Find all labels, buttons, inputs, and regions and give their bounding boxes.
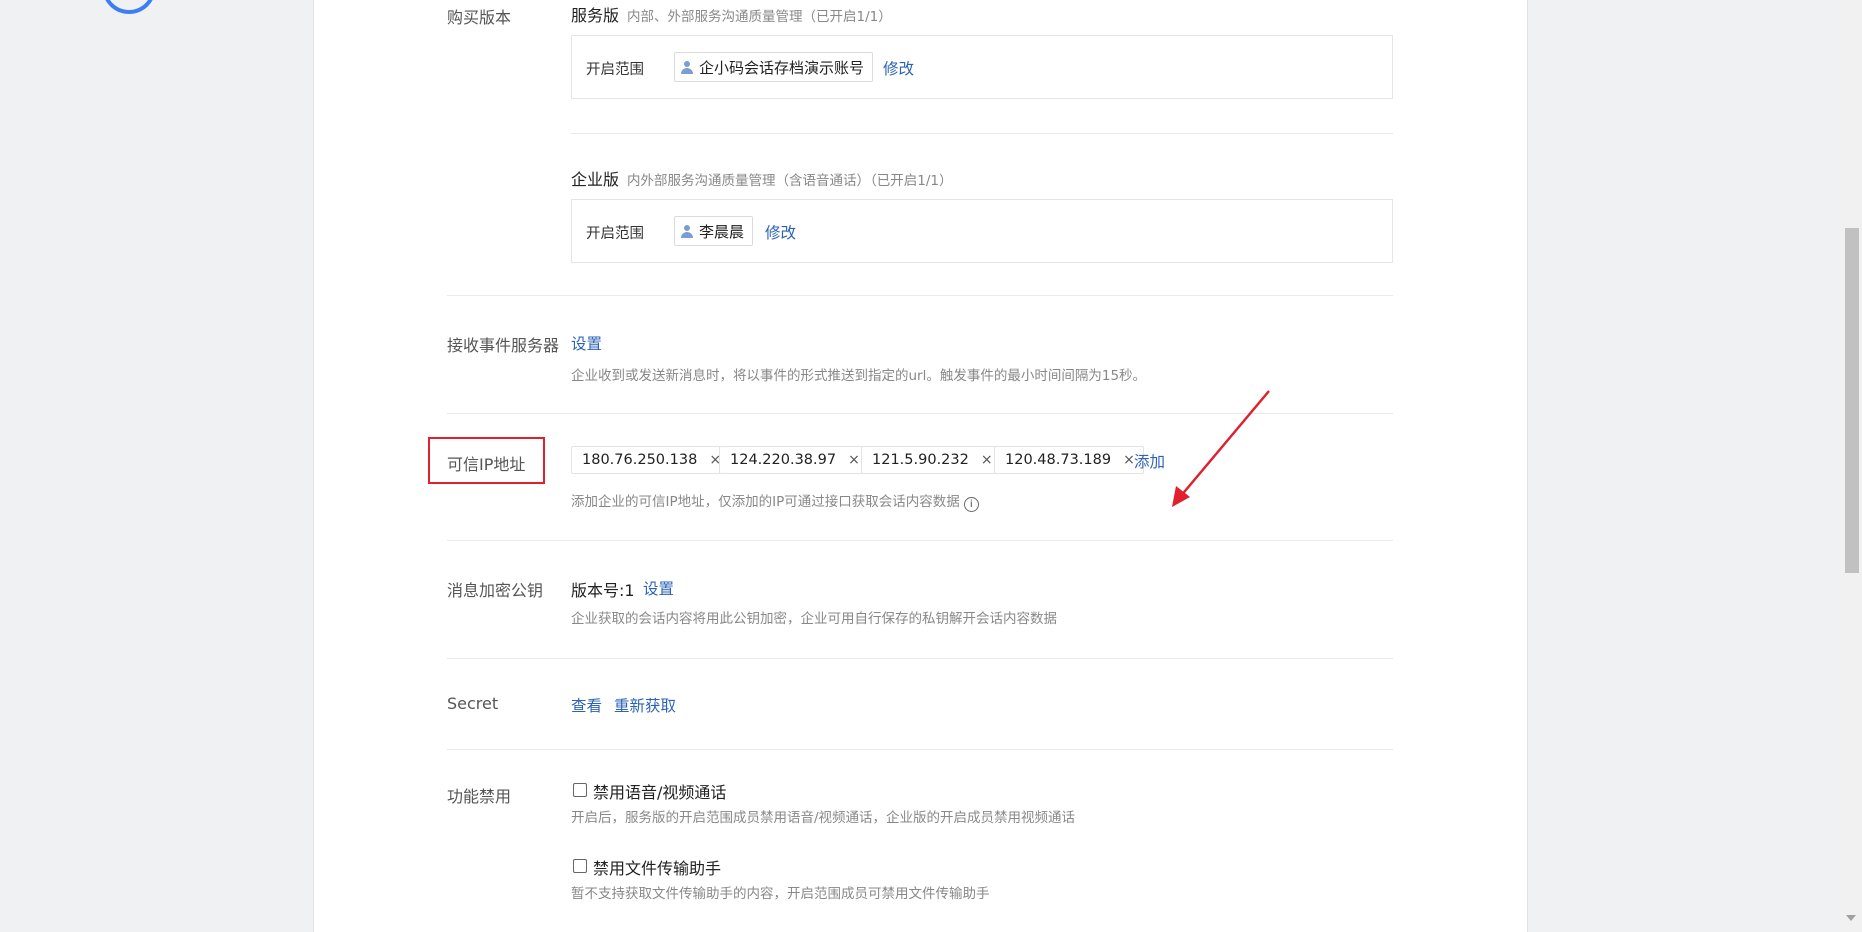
scrollbar-thumb[interactable] [1845, 228, 1859, 573]
annotation-arrow [1172, 390, 1270, 507]
scroll-down-icon[interactable] [1846, 915, 1856, 921]
